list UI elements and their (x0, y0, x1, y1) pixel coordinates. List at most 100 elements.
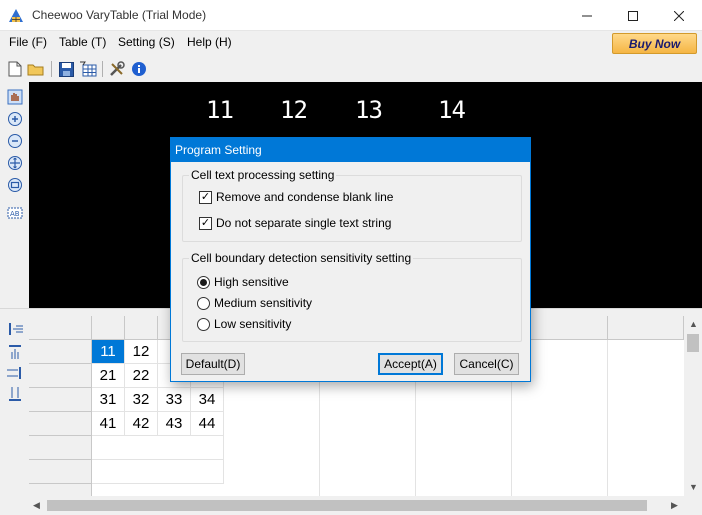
scroll-right-icon[interactable]: ▶ (671, 500, 678, 511)
grid-cell[interactable]: 42 (125, 412, 158, 436)
new-file-icon (8, 61, 22, 77)
row-header[interactable] (29, 412, 92, 436)
grid-cell[interactable]: 31 (92, 388, 125, 412)
row-header[interactable] (29, 388, 92, 412)
grid-cell[interactable]: 33 (158, 388, 191, 412)
image-tool-strip: AB (0, 82, 29, 308)
minimize-icon (582, 15, 592, 16)
row-header[interactable] (29, 484, 92, 496)
title-bar: Cheewoo VaryTable (Trial Mode) (0, 0, 702, 31)
grid-cell[interactable]: 22 (125, 364, 158, 388)
canvas-number: 11 (206, 96, 234, 124)
canvas-number: 12 (280, 96, 308, 124)
tools-button[interactable] (107, 59, 127, 79)
split-column-button[interactable] (6, 364, 24, 382)
maximize-button[interactable] (610, 0, 656, 31)
save-button[interactable] (56, 59, 76, 79)
window-title: Cheewoo VaryTable (Trial Mode) (32, 8, 207, 22)
accept-button[interactable]: Accept(A) (378, 353, 443, 375)
split-column-icon (7, 367, 21, 379)
column-header[interactable] (125, 316, 158, 340)
grid-cell[interactable]: 44 (191, 412, 224, 436)
about-button[interactable] (129, 59, 149, 79)
save-icon (58, 61, 74, 77)
option-label: Low sensitivity (214, 317, 292, 331)
default-button[interactable]: Default(D) (181, 353, 245, 375)
low-sensitivity-radio[interactable]: Low sensitivity (197, 317, 291, 331)
group-label: Cell text processing setting (189, 168, 337, 182)
menu-help[interactable]: Help (H) (187, 35, 232, 49)
zoom-out-button[interactable] (6, 132, 24, 150)
horizontal-scroll-thumb[interactable] (47, 500, 647, 511)
close-button[interactable] (656, 0, 702, 31)
split-row-button[interactable] (6, 386, 24, 404)
canvas-number: 13 (355, 96, 383, 124)
toolbar-separator (51, 61, 52, 77)
grid-cell[interactable]: 21 (92, 364, 125, 388)
row-header[interactable] (29, 436, 92, 460)
grid-cell[interactable]: 43 (158, 412, 191, 436)
row-header[interactable] (29, 340, 92, 364)
hand-icon (7, 89, 23, 105)
scroll-left-icon[interactable]: ◀ (33, 500, 40, 511)
grid-tool-strip (0, 316, 29, 515)
grid-cell[interactable]: 11 (92, 340, 125, 364)
option-label: Do not separate single text string (216, 216, 392, 230)
split-row-icon (9, 387, 21, 401)
grid-empty-row[interactable] (92, 460, 224, 484)
column-header[interactable] (608, 316, 684, 340)
menu-setting[interactable]: Setting (S) (118, 35, 175, 49)
minimize-button[interactable] (564, 0, 610, 31)
insert-row-button[interactable] (6, 342, 24, 360)
menu-table[interactable]: Table (T) (59, 35, 106, 49)
insert-column-button[interactable] (6, 320, 24, 338)
high-sensitive-radio[interactable]: High sensitive (197, 275, 289, 289)
grid-corner-header (29, 316, 92, 340)
row-header[interactable] (29, 364, 92, 388)
tools-icon (110, 61, 125, 76)
grid-cell[interactable]: 12 (125, 340, 158, 364)
medium-sensitivity-radio[interactable]: Medium sensitivity (197, 296, 312, 310)
remove-blank-line-checkbox[interactable]: ✓ Remove and condense blank line (199, 190, 393, 204)
zoom-in-button[interactable] (6, 110, 24, 128)
open-button[interactable] (26, 59, 46, 79)
menu-file[interactable]: File (F) (9, 35, 47, 49)
new-button[interactable] (5, 59, 25, 79)
grid-cell[interactable]: 32 (125, 388, 158, 412)
horizontal-scrollbar[interactable]: ◀ ▶ (29, 496, 684, 515)
zoom-out-icon (8, 134, 22, 148)
info-icon (132, 62, 146, 76)
text-select-button[interactable]: AB (6, 204, 24, 222)
row-header[interactable] (29, 460, 92, 484)
insert-column-icon (9, 323, 23, 335)
pan-button[interactable] (6, 88, 24, 106)
zoom-reset-icon (8, 178, 22, 192)
option-label: High sensitive (214, 275, 289, 289)
toolbar-separator (102, 61, 103, 77)
option-label: Medium sensitivity (214, 296, 313, 310)
insert-row-icon (9, 345, 21, 359)
zoom-fit-button[interactable] (6, 154, 24, 172)
vertical-scrollbar[interactable]: ▲ ▼ (684, 316, 702, 496)
maximize-icon (628, 10, 638, 21)
zoom-in-icon (8, 112, 22, 126)
boundary-sensitivity-group: Cell boundary detection sensitivity sett… (182, 251, 522, 342)
column-header[interactable] (92, 316, 125, 340)
grid-cell[interactable]: 41 (92, 412, 125, 436)
table-export-button[interactable] (78, 59, 98, 79)
vertical-scroll-thumb[interactable] (687, 334, 699, 352)
scroll-up-icon[interactable]: ▲ (689, 319, 698, 329)
no-separate-string-checkbox[interactable]: ✓ Do not separate single text string (199, 216, 391, 230)
scroll-down-icon[interactable]: ▼ (689, 482, 698, 492)
radio-unselected-icon (197, 317, 210, 331)
zoom-fit-icon (8, 156, 22, 170)
radio-selected-icon (197, 275, 210, 289)
svg-text:AB: AB (10, 210, 20, 218)
buy-now-button[interactable]: Buy Now (612, 33, 697, 54)
grid-cell[interactable]: 34 (191, 388, 224, 412)
text-select-icon: AB (7, 207, 23, 219)
dialog-title: Program Setting (171, 138, 530, 162)
zoom-reset-button[interactable] (6, 176, 24, 194)
grid-empty-row[interactable] (92, 436, 224, 460)
cancel-button[interactable]: Cancel(C) (454, 353, 519, 375)
